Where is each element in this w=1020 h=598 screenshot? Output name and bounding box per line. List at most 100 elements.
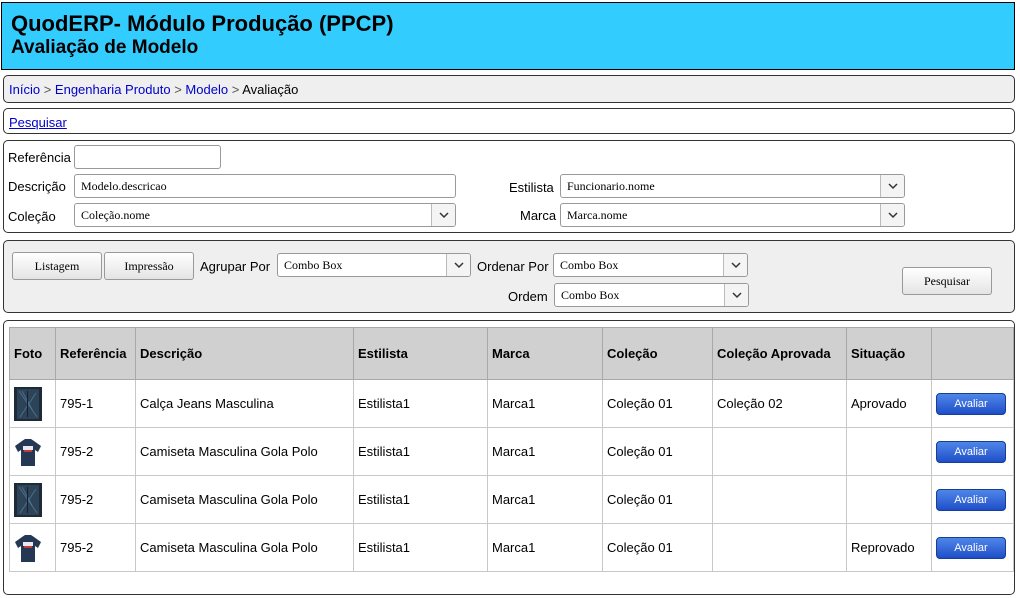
listagem-button[interactable]: Listagem <box>12 252 102 280</box>
action-cell: Avaliar <box>931 379 1014 428</box>
referencia-cell: 795-2 <box>55 523 136 572</box>
descricao-cell: Calça Jeans Masculina <box>135 379 354 428</box>
marca-select[interactable]: Marca.nome <box>560 203 905 227</box>
column-header-marca: Marca <box>487 327 603 380</box>
colecao-cell: Coleção 01 <box>602 475 713 524</box>
jeans-photo <box>14 386 42 421</box>
agrupar-select-value: Combo Box <box>284 258 343 272</box>
ordenar-select[interactable]: Combo Box <box>553 253 748 277</box>
chevron-down-icon[interactable] <box>431 204 455 226</box>
filter-panel: Referência Descrição Modelo.descricao Co… <box>3 140 1015 233</box>
breadcrumb-separator: > <box>43 82 52 97</box>
descricao-cell: Camiseta Masculina Gola Polo <box>135 427 354 476</box>
breadcrumb-separator: > <box>174 82 182 97</box>
colecao-label: Coleção <box>8 209 56 224</box>
estilista-cell: Estilista1 <box>353 475 488 524</box>
results-table: Foto Referência Descrição Estilista Marc… <box>9 327 1014 572</box>
column-header-colecao-aprovada: Coleção Aprovada <box>712 327 847 380</box>
marca-cell: Marca1 <box>487 379 603 428</box>
chevron-down-icon[interactable] <box>723 254 747 276</box>
table-row: 795-2 Camiseta Masculina Gola Polo Estil… <box>9 523 1014 572</box>
action-cell: Avaliar <box>931 427 1014 476</box>
table-row: 795-1 Calça Jeans Masculina Estilista1 M… <box>9 379 1014 428</box>
breadcrumb-modelo[interactable]: Modelo <box>185 82 228 97</box>
table-row: 795-2 Camiseta Masculina Gola Polo Estil… <box>9 475 1014 524</box>
chevron-down-icon[interactable] <box>446 254 470 276</box>
impressao-button[interactable]: Impressão <box>104 252 194 280</box>
descricao-cell: Camiseta Masculina Gola Polo <box>135 475 354 524</box>
column-header-actions <box>931 327 1014 380</box>
referencia-cell: 795-2 <box>55 427 136 476</box>
chevron-down-icon[interactable] <box>724 284 748 306</box>
search-link[interactable]: Pesquisar <box>9 115 67 130</box>
ordenar-label: Ordenar Por <box>477 259 549 274</box>
breadcrumb-engenharia-produto[interactable]: Engenharia Produto <box>55 82 171 97</box>
ordem-select-value: Combo Box <box>561 288 620 302</box>
column-header-referencia: Referência <box>55 327 136 380</box>
colecao-cell: Coleção 01 <box>602 427 713 476</box>
descricao-label: Descrição <box>8 179 66 194</box>
situacao-cell: Aprovado <box>846 379 932 428</box>
marca-label: Marca <box>520 208 557 223</box>
breadcrumb-current: Avaliação <box>242 82 299 97</box>
results-panel: Foto Referência Descrição Estilista Marc… <box>3 320 1015 595</box>
tshirt-photo <box>15 438 41 466</box>
column-header-estilista: Estilista <box>353 327 488 380</box>
search-link-bar: Pesquisar <box>3 108 1015 134</box>
pesquisar-button[interactable]: Pesquisar <box>902 267 992 295</box>
ordem-label: Ordem <box>508 289 548 304</box>
jeans-photo <box>14 482 42 517</box>
avaliar-button[interactable]: Avaliar <box>936 392 1006 415</box>
referencia-cell: 795-1 <box>55 379 136 428</box>
controls-panel: Listagem Impressão Agrupar Por Combo Box… <box>3 240 1015 313</box>
avaliar-button[interactable]: Avaliar <box>936 440 1006 463</box>
column-header-situacao: Situação <box>846 327 932 380</box>
table-header-row: Foto Referência Descrição Estilista Marc… <box>9 327 1014 380</box>
estilista-label: Estilista <box>509 180 554 195</box>
colecao-aprovada-cell <box>712 475 847 524</box>
photo-cell <box>9 523 56 572</box>
colecao-aprovada-cell: Coleção 02 <box>712 379 847 428</box>
colecao-select[interactable]: Coleção.nome <box>74 203 456 227</box>
photo-cell <box>9 427 56 476</box>
breadcrumb: Início > Engenharia Produto > Modelo > A… <box>3 75 1015 103</box>
column-header-descricao: Descrição <box>135 327 354 380</box>
referencia-cell: 795-2 <box>55 475 136 524</box>
breadcrumb-separator: > <box>231 82 240 97</box>
photo-cell <box>9 475 56 524</box>
estilista-select-value: Funcionario.nome <box>567 179 655 193</box>
action-cell: Avaliar <box>931 523 1014 572</box>
table-row: 795-2 Camiseta Masculina Gola Polo Estil… <box>9 427 1014 476</box>
colecao-select-value: Coleção.nome <box>81 208 150 222</box>
colecao-cell: Coleção 01 <box>602 379 713 428</box>
column-header-colecao: Coleção <box>602 327 713 380</box>
page-title: Avaliação de Modelo <box>11 37 199 58</box>
photo-cell <box>9 379 56 428</box>
marca-select-value: Marca.nome <box>567 208 628 222</box>
estilista-cell: Estilista1 <box>353 427 488 476</box>
referencia-label: Referência <box>8 150 71 165</box>
colecao-aprovada-cell <box>712 427 847 476</box>
chevron-down-icon[interactable] <box>880 175 904 197</box>
avaliar-button[interactable]: Avaliar <box>936 488 1006 511</box>
estilista-select[interactable]: Funcionario.nome <box>560 174 905 198</box>
ordem-select[interactable]: Combo Box <box>554 283 749 307</box>
ordenar-select-value: Combo Box <box>560 258 619 272</box>
situacao-cell <box>846 427 932 476</box>
app-title: QuodERP- Módulo Produção (PPCP) <box>11 11 394 36</box>
chevron-down-icon[interactable] <box>880 204 904 226</box>
estilista-cell: Estilista1 <box>353 523 488 572</box>
tshirt-photo <box>15 534 41 562</box>
situacao-cell <box>846 475 932 524</box>
marca-cell: Marca1 <box>487 427 603 476</box>
app-header: QuodERP- Módulo Produção (PPCP) Avaliaçã… <box>1 2 1015 70</box>
breadcrumb-inicio[interactable]: Início <box>9 82 40 97</box>
colecao-cell: Coleção 01 <box>602 523 713 572</box>
descricao-cell: Camiseta Masculina Gola Polo <box>135 523 354 572</box>
situacao-cell: Reprovado <box>846 523 932 572</box>
referencia-input[interactable] <box>74 145 221 169</box>
agrupar-select[interactable]: Combo Box <box>277 253 471 277</box>
descricao-input[interactable]: Modelo.descricao <box>74 174 456 198</box>
avaliar-button[interactable]: Avaliar <box>936 536 1006 559</box>
marca-cell: Marca1 <box>487 523 603 572</box>
